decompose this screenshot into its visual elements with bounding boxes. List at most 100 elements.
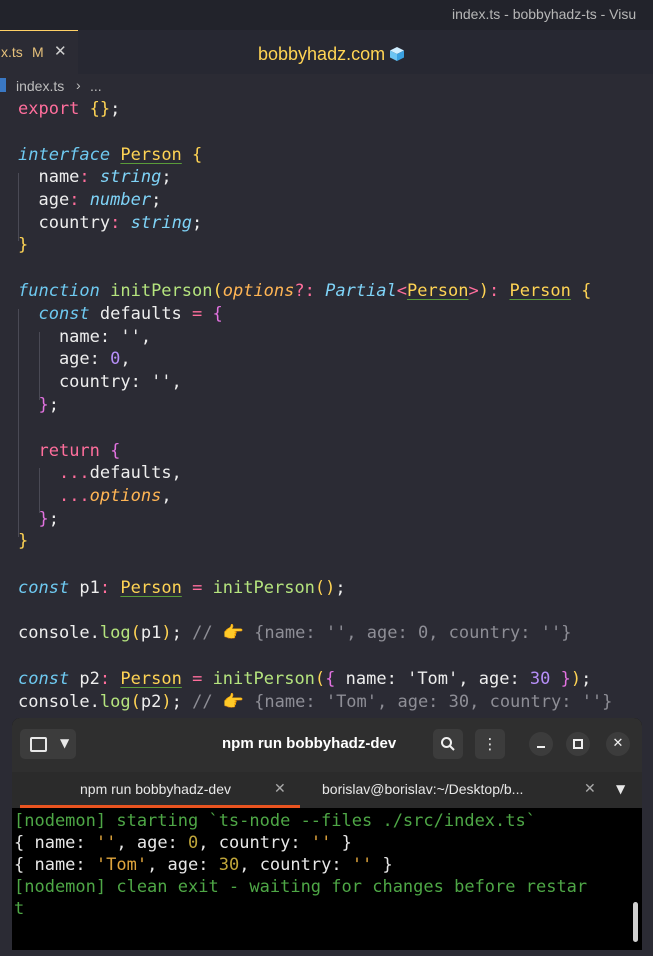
maximize-button[interactable] bbox=[566, 732, 590, 756]
output-token: } bbox=[331, 833, 352, 853]
new-tab-button[interactable]: ▼ bbox=[20, 729, 76, 759]
window-title: index.ts - bobbyhadz-ts - Visu bbox=[452, 6, 637, 22]
code-line: const p1: Person = initPerson(); bbox=[18, 577, 346, 599]
output-token: 0 bbox=[188, 833, 199, 853]
editor-tab-bar: x.ts M ✕ bobbyhadz.com bbox=[0, 30, 653, 74]
code-token: { bbox=[192, 145, 203, 165]
code-token: ) bbox=[570, 669, 582, 689]
code-token: } bbox=[38, 509, 49, 529]
chevron-down-icon[interactable]: ▼ bbox=[616, 782, 625, 796]
code-token: Person bbox=[509, 281, 571, 301]
code-token: } bbox=[38, 395, 49, 415]
output-line: { name: 'Tom', age: 30, country: '' } bbox=[14, 854, 630, 876]
code-token: { bbox=[325, 669, 336, 689]
code-token: ; bbox=[192, 213, 203, 233]
code-token: > bbox=[468, 281, 479, 301]
code-token: const bbox=[18, 578, 70, 598]
code-token: ; bbox=[151, 190, 162, 210]
code-token: options bbox=[89, 486, 162, 506]
search-icon[interactable] bbox=[433, 729, 463, 759]
code-token: ( bbox=[130, 692, 141, 712]
code-token: const bbox=[38, 304, 90, 324]
code-token: 'Tom' bbox=[407, 669, 459, 689]
code-token: { bbox=[212, 304, 223, 324]
breadcrumb-file[interactable]: index.ts bbox=[16, 78, 64, 94]
code-token: initPerson bbox=[202, 669, 315, 689]
output-token: '' bbox=[351, 855, 373, 875]
code-token: ) bbox=[478, 281, 489, 301]
code-token: Person bbox=[120, 669, 182, 689]
code-token: ; bbox=[48, 509, 59, 529]
code-token: 30 bbox=[529, 669, 551, 689]
code-line: ...defaults, bbox=[18, 462, 182, 484]
code-token: { bbox=[581, 281, 592, 301]
code-token: console. bbox=[18, 692, 100, 712]
editor-tab-index-ts[interactable]: x.ts M ✕ bbox=[0, 30, 78, 74]
code-token: Person bbox=[120, 145, 182, 165]
window-title-bar: index.ts - bobbyhadz-ts - Visu bbox=[0, 0, 653, 30]
close-icon[interactable]: ✕ bbox=[274, 780, 286, 797]
terminal-tab-npm-run[interactable]: npm run bobbyhadz-dev ✕ bbox=[12, 772, 300, 808]
tab-close-icon[interactable]: ✕ bbox=[54, 42, 67, 60]
code-token: string bbox=[130, 213, 193, 233]
code-token: , bbox=[140, 327, 152, 347]
code-line: } bbox=[18, 530, 28, 552]
code-editor[interactable]: export {}; interface Person { name: stri… bbox=[0, 98, 653, 718]
terminal-scrollbar[interactable] bbox=[633, 902, 638, 942]
code-token: ) bbox=[161, 623, 172, 643]
code-token: ; bbox=[171, 623, 182, 643]
code-line: export {}; bbox=[18, 98, 120, 120]
menu-button[interactable]: ⋮ bbox=[475, 729, 505, 759]
code-token: ... bbox=[58, 463, 90, 483]
code-token: number bbox=[89, 190, 152, 210]
code-line: } bbox=[18, 234, 28, 256]
breadcrumb-symbol[interactable]: ... bbox=[90, 78, 102, 94]
code-token: Person bbox=[407, 281, 469, 301]
output-token: , country: bbox=[239, 855, 352, 875]
code-token: ; bbox=[48, 395, 59, 415]
code-token: return bbox=[38, 441, 100, 461]
code-line: age: number; bbox=[18, 189, 161, 211]
code-line: }; bbox=[18, 508, 59, 530]
terminal-tab-shell[interactable]: borislav@borislav:~/Desktop/b... ✕ bbox=[302, 772, 612, 808]
minimize-button[interactable] bbox=[529, 732, 553, 756]
chevron-down-icon[interactable]: ▼ bbox=[60, 736, 69, 750]
close-button[interactable]: ✕ bbox=[606, 732, 630, 756]
code-token: name: bbox=[18, 327, 121, 347]
code-line: country: string; bbox=[18, 212, 202, 234]
terminal-window[interactable]: ▼ npm run bobbyhadz-dev ⋮ ✕ npm run bobb… bbox=[12, 718, 642, 950]
terminal-tab-label: borislav@borislav:~/Desktop/b... bbox=[322, 781, 524, 797]
code-token: initPerson bbox=[202, 578, 315, 598]
code-token: = bbox=[192, 578, 203, 598]
chevron-right-icon: › bbox=[76, 77, 81, 93]
code-token: = bbox=[192, 304, 203, 324]
code-line: name: '', bbox=[18, 326, 151, 348]
code-token: p2 bbox=[140, 692, 162, 712]
close-icon[interactable]: ✕ bbox=[584, 780, 596, 797]
code-token: = bbox=[192, 669, 203, 689]
code-token: ; bbox=[110, 99, 121, 119]
code-token: function bbox=[18, 281, 100, 301]
code-token: interface bbox=[18, 145, 111, 165]
code-line: const p2: Person = initPerson({ name: 'T… bbox=[18, 668, 591, 690]
code-token: : bbox=[99, 578, 111, 598]
code-token: } bbox=[560, 669, 571, 689]
output-token: , country: bbox=[198, 833, 311, 853]
output-token: } bbox=[372, 855, 393, 875]
output-token: 'Tom' bbox=[95, 855, 148, 875]
terminal-output[interactable]: [nodemon] starting `ts-node --files ./sr… bbox=[14, 810, 630, 920]
typescript-file-icon bbox=[0, 78, 6, 92]
code-token: defaults, bbox=[89, 463, 182, 483]
code-token: country bbox=[18, 213, 111, 233]
code-token: ( bbox=[314, 669, 326, 689]
code-token: , age: bbox=[458, 669, 530, 689]
code-token: : bbox=[69, 190, 80, 210]
